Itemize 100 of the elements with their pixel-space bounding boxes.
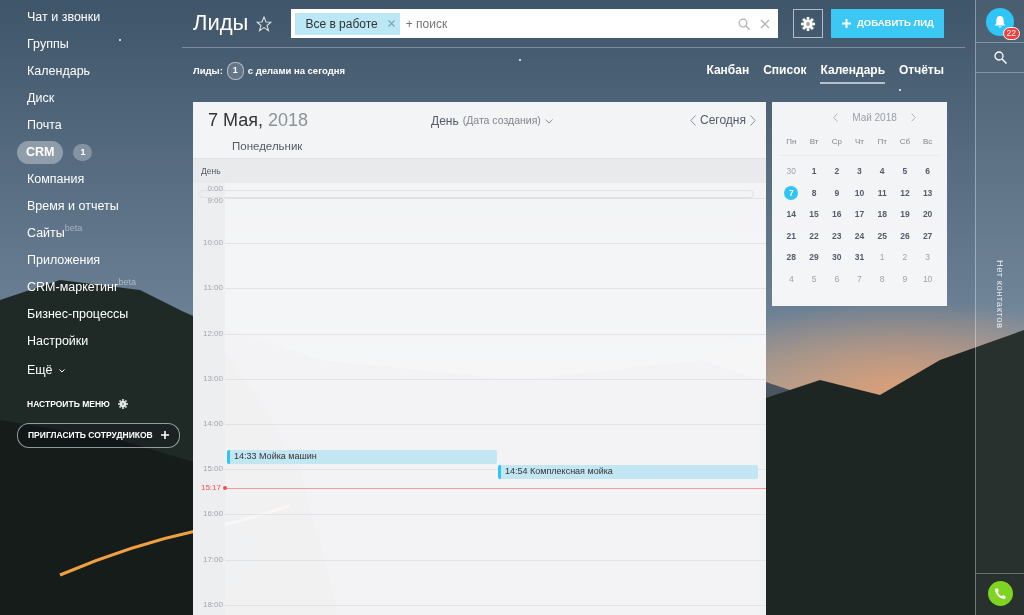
contacts-empty-label: Нет контактов	[994, 260, 1008, 329]
bell-icon	[993, 15, 1007, 29]
sidebar-item[interactable]: Календарь	[27, 62, 91, 81]
invite-button[interactable]: ПРИГЛАСИТЬ СОТРУДНИКОВ	[17, 422, 180, 448]
settings-icon[interactable]	[117, 399, 128, 410]
chevron-left-icon[interactable]	[833, 113, 839, 122]
sidebar-item[interactable]: Приложения	[27, 251, 101, 270]
counter-badge[interactable]: 1	[226, 62, 244, 80]
view-tab[interactable]: Список	[763, 58, 807, 84]
sidebar-item[interactable]: Группы	[27, 35, 69, 54]
view-tab[interactable]: Канбан	[706, 58, 750, 84]
calendar-date: 7 Мая, 2018	[208, 109, 308, 131]
weekday-label: Сб	[898, 136, 912, 148]
calendar-day[interactable]: 14	[784, 207, 799, 222]
hour-label: 15:00	[201, 464, 223, 475]
close-icon[interactable]	[760, 18, 771, 29]
calendar-day[interactable]: 8	[807, 186, 822, 201]
hour-label: 17:00	[201, 554, 223, 565]
calendar-day[interactable]: 23	[829, 229, 844, 244]
filter-search-field[interactable]: Все в работе + поиск	[291, 9, 779, 38]
sidebar-item[interactable]: Время и отчеты	[27, 197, 119, 216]
plus-icon	[160, 431, 169, 440]
weekday-label: Вт	[808, 136, 820, 148]
chevron-left-icon[interactable]	[690, 114, 696, 126]
weekday-label: Ср	[830, 136, 843, 148]
calendar-day[interactable]: 29	[807, 250, 822, 265]
settings-icon	[801, 16, 816, 31]
calendar-day[interactable]: 28	[784, 250, 799, 265]
page-title: Лиды	[193, 10, 249, 37]
calendar-day[interactable]: 15	[807, 207, 822, 222]
calendar-day[interactable]: 11	[875, 186, 890, 201]
calendar-day[interactable]: 22	[807, 229, 822, 244]
star-icon[interactable]	[256, 15, 273, 32]
view-mode-dropdown[interactable]: День (Дата создания)	[431, 112, 553, 130]
hour-label: 10:00	[201, 238, 223, 249]
beta-tag: beta	[64, 222, 83, 236]
search-icon[interactable]	[993, 51, 1007, 64]
calendar-day[interactable]: 13	[920, 186, 935, 201]
calendar-day[interactable]: 24	[852, 229, 867, 244]
calendar-day[interactable]: 16	[829, 207, 844, 222]
sidebar-item[interactable]: Почта	[27, 116, 62, 135]
sidebar-item[interactable]: Ещё	[27, 361, 53, 380]
settings-button[interactable]	[793, 9, 824, 38]
sidebar-item[interactable]: CRM-маркетинг	[27, 278, 119, 297]
phone-icon	[993, 587, 1007, 600]
calendar-day[interactable]: 18	[875, 207, 890, 222]
calendar-day[interactable]: 4	[875, 164, 890, 179]
calendar-day[interactable]: 31	[852, 250, 867, 265]
calendar-day[interactable]: 2	[829, 164, 844, 179]
hour-label: 14:00	[201, 418, 223, 429]
caret-icon	[544, 118, 553, 124]
calendar-day[interactable]: 10	[852, 186, 867, 201]
weekday-label: Чт	[854, 136, 865, 148]
calendar-day[interactable]: 3	[852, 164, 867, 179]
sidebar-item[interactable]: Компания	[27, 170, 85, 189]
calendar-day[interactable]: 26	[897, 229, 912, 244]
calendar-day[interactable]: 21	[784, 229, 799, 244]
hour-label: 12:00	[201, 328, 223, 339]
hour-label: 11:00	[202, 283, 223, 294]
sidebar-item[interactable]: Диск	[27, 89, 55, 108]
calendar-day[interactable]: 5	[897, 164, 912, 179]
calendar-day[interactable]: 27	[920, 229, 935, 244]
calendar-day[interactable]: 6	[920, 164, 935, 179]
sidebar-item[interactable]: Бизнес-процессы	[27, 305, 129, 324]
sidebar-item[interactable]: Настройки	[27, 332, 89, 351]
calendar-day[interactable]: 19	[897, 207, 912, 222]
column-header: День	[201, 164, 221, 178]
hour-label: 13:00	[201, 373, 223, 384]
view-tab[interactable]: Отчёты	[899, 58, 944, 84]
calendar-day[interactable]: 1	[807, 164, 822, 179]
calendar-day[interactable]: 30	[829, 250, 844, 265]
weekday-label: Пн	[785, 136, 798, 148]
filter-chip[interactable]: Все в работе	[295, 12, 400, 35]
view-tab[interactable]: Календарь	[820, 58, 885, 84]
hour-label: 18:00	[201, 599, 223, 610]
calendar-event[interactable]: 14:54 Комплексная мойка	[498, 464, 758, 479]
close-icon[interactable]	[387, 20, 395, 27]
calendar-day[interactable]: 12	[897, 186, 912, 201]
weekday-label: Понедельник	[232, 139, 303, 154]
calendar-day[interactable]: 17	[852, 207, 867, 222]
counter-label: Лиды:	[193, 63, 223, 78]
calendar-day[interactable]: 20	[920, 207, 935, 222]
today-link[interactable]: Сегодня	[700, 111, 746, 129]
calendar-day[interactable]: 9	[829, 186, 844, 201]
sidebar-item[interactable]: Чат и звонки	[27, 8, 101, 27]
beta-tag: beta	[118, 276, 136, 290]
month-label: Май 2018	[852, 111, 897, 125]
counter-text: с делами на сегодня	[247, 63, 345, 78]
configure-menu-link[interactable]: НАСТРОИТЬ МЕНЮ	[27, 398, 110, 411]
calendar-event[interactable]: 14:33 Мойка машин	[227, 449, 497, 464]
weekday-label: Вс	[921, 136, 934, 148]
chevron-right-icon[interactable]	[750, 114, 756, 126]
current-time-label: 15:17	[199, 482, 221, 495]
weekday-label: Пт	[876, 136, 888, 148]
counter-badge: 1	[73, 143, 93, 162]
sidebar-item[interactable]: Сайты	[27, 224, 65, 243]
calendar-day[interactable]: 25	[875, 229, 890, 244]
chevron-right-icon[interactable]	[910, 113, 916, 122]
caret-icon	[58, 368, 65, 373]
plus-icon	[842, 19, 852, 28]
